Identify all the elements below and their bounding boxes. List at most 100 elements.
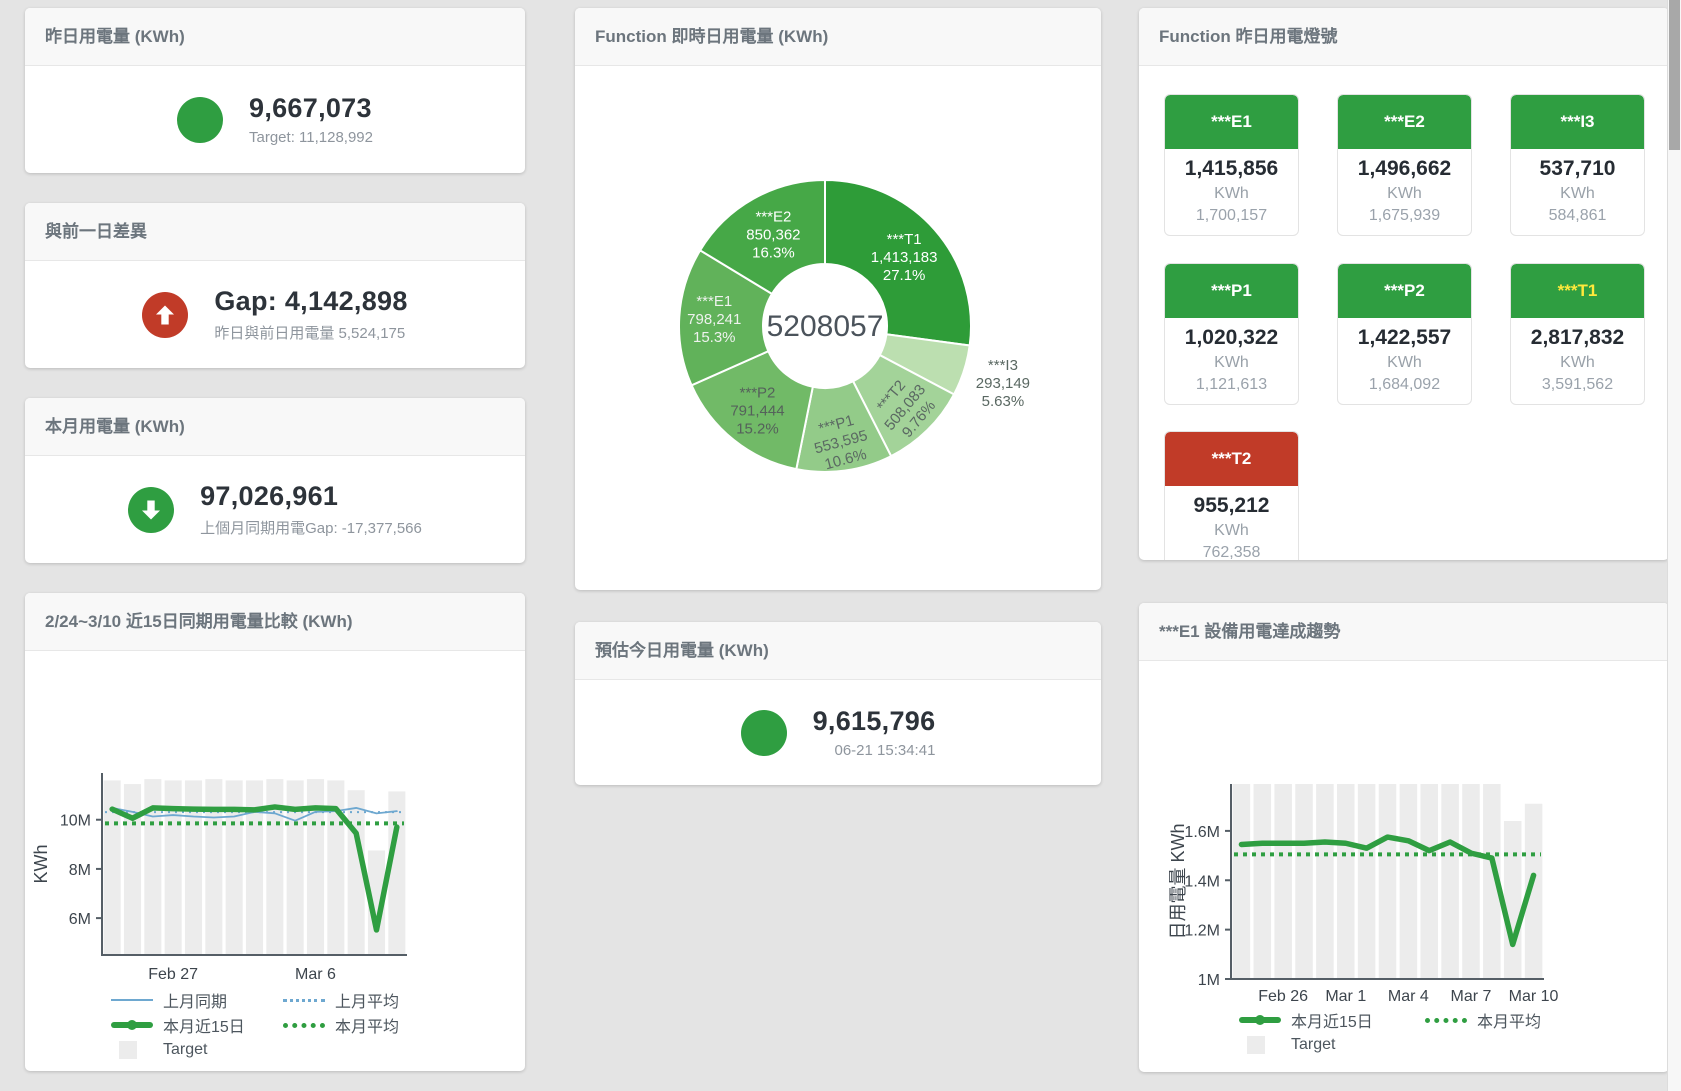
light-tile-value: 955,212 bbox=[1165, 494, 1298, 518]
light-tile-***T1[interactable]: ***T12,817,832KWh3,591,562 bbox=[1510, 263, 1645, 405]
light-tile-target: 1,675,939 bbox=[1338, 207, 1471, 225]
y-tick: 1M bbox=[1198, 972, 1220, 989]
e1-trend-chart: 1M1.2M1.4M1.6MFeb 26Mar 1Mar 4Mar 7Mar 1… bbox=[1139, 661, 1669, 1011]
light-tile-header: ***E2 bbox=[1338, 95, 1471, 149]
light-tile-target: 1,684,092 bbox=[1338, 376, 1471, 394]
legend-label: Target bbox=[163, 1041, 207, 1059]
donut-svg: ***T11,413,18327.1%***I3293,1495.63%***T… bbox=[575, 66, 1101, 589]
light-tile-value: 1,422,557 bbox=[1338, 326, 1471, 350]
x-tick: Mar 10 bbox=[1509, 988, 1559, 1005]
target-bar bbox=[1400, 784, 1418, 979]
light-tile-unit: KWh bbox=[1511, 354, 1644, 372]
target-bar bbox=[1295, 784, 1313, 979]
scrollbar-thumb[interactable] bbox=[1669, 0, 1680, 150]
legend-swatch-dash bbox=[283, 999, 325, 1002]
light-tile-unit: KWh bbox=[1338, 354, 1471, 372]
column-middle: Function 即時日用電量 (KWh) ***T11,413,18327.1… bbox=[575, 8, 1101, 1072]
target-bar bbox=[1420, 784, 1438, 979]
compare-chart-body: 6M8M10MFeb 27Mar 6KWh 上月同期 上月平均本月近15日 本月平均… bbox=[25, 651, 525, 1071]
light-tile-target: 1,700,157 bbox=[1165, 207, 1298, 225]
legend-item-Target[interactable]: Target bbox=[1239, 1034, 1425, 1056]
legend-item-上月平均[interactable]: 上月平均 bbox=[283, 989, 399, 1011]
target-bar bbox=[124, 784, 141, 955]
comparison-chart-legend: 上月同期 上月平均本月近15日 本月平均 Target bbox=[111, 989, 399, 1061]
x-tick: Mar 6 bbox=[295, 966, 336, 983]
e1-trend-chart-svg: 1M1.2M1.4M1.6MFeb 26Mar 1Mar 4Mar 7Mar 1… bbox=[1139, 661, 1659, 1006]
target-bar bbox=[1358, 784, 1376, 979]
legend-item-Target[interactable]: Target bbox=[111, 1039, 283, 1061]
target-bar bbox=[1233, 784, 1251, 979]
light-tile-***P2[interactable]: ***P2 1,422,557 KWh 1,684,092 bbox=[1337, 263, 1472, 405]
legend-item-本月近15日[interactable]: 本月近15日 bbox=[1239, 1009, 1425, 1031]
target-bar bbox=[226, 780, 243, 955]
status-lights-grid: ***E11,415,856KWh1,700,157 ***E2 1,496,662… bbox=[1139, 66, 1669, 560]
target-bar bbox=[1462, 784, 1480, 979]
light-tile-target: 1,121,613 bbox=[1165, 376, 1298, 394]
y-tick: 1.2M bbox=[1184, 923, 1220, 940]
legend-dot bbox=[1255, 1015, 1265, 1025]
card-title: 2/24~3/10 近15日同期用電量比較 (KWh) bbox=[25, 593, 525, 651]
card-title: Function 昨日用電燈號 bbox=[1139, 8, 1669, 66]
target-bar bbox=[1316, 784, 1334, 979]
light-tile-header: ***T2 bbox=[1165, 432, 1298, 486]
day-gap-stat: Gap: 4,142,898 昨日與前日用電量 5,524,175 bbox=[25, 261, 525, 368]
target-bar bbox=[1441, 784, 1459, 979]
light-tile-unit: KWh bbox=[1165, 354, 1298, 372]
donut-label-***I3: ***I3293,1495.63% bbox=[976, 357, 1030, 410]
legend-item-本月平均[interactable]: 本月平均 bbox=[283, 1014, 399, 1036]
light-tile-***P1[interactable]: ***P11,020,322KWh1,121,613 bbox=[1164, 263, 1299, 405]
stat-value: 9,615,796 bbox=[813, 706, 936, 737]
stat-timestamp: 06-21 15:34:41 bbox=[813, 742, 936, 759]
legend-item-本月平均[interactable]: 本月平均 bbox=[1425, 1009, 1541, 1031]
light-tile-header: ***P2 bbox=[1338, 264, 1471, 318]
card-day-gap: 與前一日差異 Gap: 4,142,898 昨日與前日用電量 5,524,175 bbox=[25, 203, 525, 368]
card-title: 預估今日用電量 (KWh) bbox=[575, 622, 1101, 680]
legend-swatch-dots bbox=[283, 1023, 325, 1028]
column-right: Function 昨日用電燈號 ***E11,415,856KWh1,700,1… bbox=[1139, 8, 1669, 1072]
legend-label: 上月平均 bbox=[335, 988, 399, 1012]
stat-text: 97,026,961 上個月同期用電Gap: -17,377,566 bbox=[200, 481, 422, 538]
card-compare-chart: 2/24~3/10 近15日同期用電量比較 (KWh) 6M8M10MFeb 2… bbox=[25, 593, 525, 1071]
legend-swatch-box bbox=[1247, 1036, 1265, 1054]
estimate-stat: 9,615,796 06-21 15:34:41 bbox=[575, 680, 1101, 785]
light-tile-***T2[interactable]: ***T2955,212KWh762,358 bbox=[1164, 431, 1299, 560]
card-title: ***E1 設備用電達成趨勢 bbox=[1139, 603, 1669, 661]
legend-swatch-line bbox=[111, 999, 153, 1001]
legend-label: 本月近15日 bbox=[163, 1013, 245, 1037]
target-bar bbox=[1274, 784, 1292, 979]
status-circle-icon bbox=[741, 710, 787, 756]
vertical-scrollbar[interactable] bbox=[1667, 0, 1681, 1091]
stat-subtext: Target: 11,128,992 bbox=[249, 129, 373, 146]
stat-subtext: 上個月同期用電Gap: -17,377,566 bbox=[200, 517, 422, 538]
light-tile-***E2[interactable]: ***E21,496,662KWh1,675,939 bbox=[1337, 94, 1472, 236]
column-left: 昨日用電量 (KWh) 9,667,073 Target: 11,128,992… bbox=[25, 8, 525, 1072]
light-tile-***I3[interactable]: ***I3537,710KWh584,861 bbox=[1510, 94, 1645, 236]
target-bar bbox=[1254, 784, 1272, 979]
card-yesterday-usage: 昨日用電量 (KWh) 9,667,073 Target: 11,128,992 bbox=[25, 8, 525, 173]
stat-value: 9,667,073 bbox=[249, 93, 373, 124]
card-realtime-donut: Function 即時日用電量 (KWh) ***T11,413,18327.1… bbox=[575, 8, 1101, 590]
x-tick: Mar 1 bbox=[1325, 988, 1366, 1005]
light-tile-target: 3,591,562 bbox=[1511, 376, 1644, 394]
stat-value: Gap: 4,142,898 bbox=[214, 286, 407, 317]
stat-subtext: 昨日與前日用電量 5,524,175 bbox=[214, 322, 407, 343]
card-e1-trend: ***E1 設備用電達成趨勢 1M1.2M1.4M1.6MFeb 26Mar 1… bbox=[1139, 603, 1669, 1072]
light-tile-***E1[interactable]: ***E11,415,856KWh1,700,157 bbox=[1164, 94, 1299, 236]
e1-trend-legend: 本月近15日本月平均 Target bbox=[1239, 1009, 1541, 1056]
light-tile-value: 1,496,662 bbox=[1338, 157, 1471, 181]
status-circle-icon bbox=[177, 97, 223, 143]
comparison-chart: 6M8M10MFeb 27Mar 6KWh bbox=[25, 651, 525, 991]
donut-center-label: 5208057 bbox=[767, 310, 884, 343]
target-bar bbox=[388, 791, 405, 955]
dashboard: 昨日用電量 (KWh) 9,667,073 Target: 11,128,992… bbox=[25, 8, 1669, 1072]
light-tile-header: ***E1 bbox=[1165, 95, 1298, 149]
light-tile-header: ***T1 bbox=[1511, 264, 1644, 318]
legend-label: Target bbox=[1291, 1036, 1335, 1054]
legend-item-本月近15日[interactable]: 本月近15日 bbox=[111, 1014, 283, 1036]
x-tick: Mar 4 bbox=[1388, 988, 1429, 1005]
legend-item-上月同期[interactable]: 上月同期 bbox=[111, 989, 283, 1011]
card-estimate-today: 預估今日用電量 (KWh) 9,615,796 06-21 15:34:41 bbox=[575, 622, 1101, 785]
card-status-lights: Function 昨日用電燈號 ***E11,415,856KWh1,700,1… bbox=[1139, 8, 1669, 560]
x-tick: Feb 26 bbox=[1258, 988, 1308, 1005]
legend-swatch-dots bbox=[1425, 1018, 1467, 1023]
